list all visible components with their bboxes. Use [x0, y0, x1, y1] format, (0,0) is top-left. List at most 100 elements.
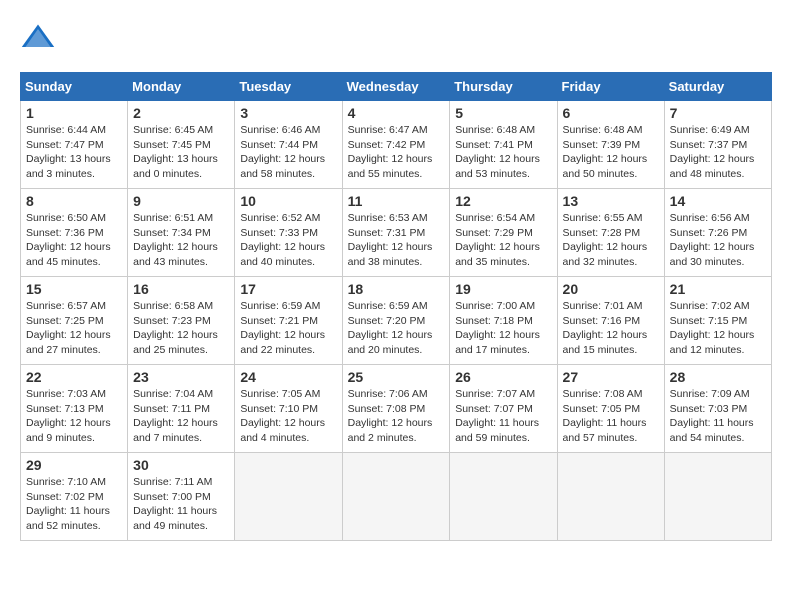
calendar-cell: 16 Sunrise: 6:58 AM Sunset: 7:23 PM Dayl… [128, 277, 235, 365]
day-info: Sunrise: 7:06 AM Sunset: 7:08 PM Dayligh… [348, 387, 445, 446]
day-number: 2 [133, 105, 229, 121]
day-info: Sunrise: 7:10 AM Sunset: 7:02 PM Dayligh… [26, 475, 122, 534]
day-number: 13 [563, 193, 659, 209]
day-number: 27 [563, 369, 659, 385]
day-info: Sunrise: 7:01 AM Sunset: 7:16 PM Dayligh… [563, 299, 659, 358]
calendar-week-row: 29 Sunrise: 7:10 AM Sunset: 7:02 PM Dayl… [21, 453, 772, 541]
day-number: 18 [348, 281, 445, 297]
day-number: 20 [563, 281, 659, 297]
day-info: Sunrise: 6:50 AM Sunset: 7:36 PM Dayligh… [26, 211, 122, 270]
day-number: 7 [670, 105, 766, 121]
calendar-cell: 2 Sunrise: 6:45 AM Sunset: 7:45 PM Dayli… [128, 101, 235, 189]
day-info: Sunrise: 6:46 AM Sunset: 7:44 PM Dayligh… [240, 123, 336, 182]
day-info: Sunrise: 6:48 AM Sunset: 7:41 PM Dayligh… [455, 123, 551, 182]
day-number: 4 [348, 105, 445, 121]
calendar-cell: 21 Sunrise: 7:02 AM Sunset: 7:15 PM Dayl… [664, 277, 771, 365]
day-number: 24 [240, 369, 336, 385]
page-header [20, 20, 772, 56]
day-info: Sunrise: 6:58 AM Sunset: 7:23 PM Dayligh… [133, 299, 229, 358]
day-number: 26 [455, 369, 551, 385]
day-info: Sunrise: 6:51 AM Sunset: 7:34 PM Dayligh… [133, 211, 229, 270]
column-header-thursday: Thursday [450, 73, 557, 101]
calendar-cell: 30 Sunrise: 7:11 AM Sunset: 7:00 PM Dayl… [128, 453, 235, 541]
calendar-cell: 8 Sunrise: 6:50 AM Sunset: 7:36 PM Dayli… [21, 189, 128, 277]
day-number: 12 [455, 193, 551, 209]
day-info: Sunrise: 6:59 AM Sunset: 7:20 PM Dayligh… [348, 299, 445, 358]
day-info: Sunrise: 7:04 AM Sunset: 7:11 PM Dayligh… [133, 387, 229, 446]
day-info: Sunrise: 6:45 AM Sunset: 7:45 PM Dayligh… [133, 123, 229, 182]
day-info: Sunrise: 6:56 AM Sunset: 7:26 PM Dayligh… [670, 211, 766, 270]
calendar-cell: 1 Sunrise: 6:44 AM Sunset: 7:47 PM Dayli… [21, 101, 128, 189]
day-info: Sunrise: 6:52 AM Sunset: 7:33 PM Dayligh… [240, 211, 336, 270]
day-number: 15 [26, 281, 122, 297]
calendar-cell: 19 Sunrise: 7:00 AM Sunset: 7:18 PM Dayl… [450, 277, 557, 365]
calendar-cell [450, 453, 557, 541]
calendar-cell: 15 Sunrise: 6:57 AM Sunset: 7:25 PM Dayl… [21, 277, 128, 365]
calendar-cell: 5 Sunrise: 6:48 AM Sunset: 7:41 PM Dayli… [450, 101, 557, 189]
day-info: Sunrise: 7:09 AM Sunset: 7:03 PM Dayligh… [670, 387, 766, 446]
column-header-saturday: Saturday [664, 73, 771, 101]
calendar-cell: 23 Sunrise: 7:04 AM Sunset: 7:11 PM Dayl… [128, 365, 235, 453]
day-number: 1 [26, 105, 122, 121]
day-number: 11 [348, 193, 445, 209]
calendar-cell [342, 453, 450, 541]
calendar-week-row: 8 Sunrise: 6:50 AM Sunset: 7:36 PM Dayli… [21, 189, 772, 277]
calendar-cell: 9 Sunrise: 6:51 AM Sunset: 7:34 PM Dayli… [128, 189, 235, 277]
calendar-week-row: 1 Sunrise: 6:44 AM Sunset: 7:47 PM Dayli… [21, 101, 772, 189]
day-number: 6 [563, 105, 659, 121]
day-info: Sunrise: 7:11 AM Sunset: 7:00 PM Dayligh… [133, 475, 229, 534]
logo-icon [20, 20, 56, 56]
day-info: Sunrise: 6:54 AM Sunset: 7:29 PM Dayligh… [455, 211, 551, 270]
calendar-cell: 22 Sunrise: 7:03 AM Sunset: 7:13 PM Dayl… [21, 365, 128, 453]
calendar-cell: 4 Sunrise: 6:47 AM Sunset: 7:42 PM Dayli… [342, 101, 450, 189]
calendar-cell: 6 Sunrise: 6:48 AM Sunset: 7:39 PM Dayli… [557, 101, 664, 189]
day-info: Sunrise: 6:57 AM Sunset: 7:25 PM Dayligh… [26, 299, 122, 358]
day-number: 8 [26, 193, 122, 209]
day-info: Sunrise: 7:03 AM Sunset: 7:13 PM Dayligh… [26, 387, 122, 446]
day-number: 22 [26, 369, 122, 385]
day-info: Sunrise: 6:59 AM Sunset: 7:21 PM Dayligh… [240, 299, 336, 358]
calendar-cell: 24 Sunrise: 7:05 AM Sunset: 7:10 PM Dayl… [235, 365, 342, 453]
calendar-cell [235, 453, 342, 541]
calendar-cell: 26 Sunrise: 7:07 AM Sunset: 7:07 PM Dayl… [450, 365, 557, 453]
column-header-tuesday: Tuesday [235, 73, 342, 101]
day-info: Sunrise: 7:00 AM Sunset: 7:18 PM Dayligh… [455, 299, 551, 358]
day-number: 16 [133, 281, 229, 297]
calendar-cell: 27 Sunrise: 7:08 AM Sunset: 7:05 PM Dayl… [557, 365, 664, 453]
day-info: Sunrise: 6:44 AM Sunset: 7:47 PM Dayligh… [26, 123, 122, 182]
calendar-cell: 20 Sunrise: 7:01 AM Sunset: 7:16 PM Dayl… [557, 277, 664, 365]
calendar-cell: 29 Sunrise: 7:10 AM Sunset: 7:02 PM Dayl… [21, 453, 128, 541]
day-info: Sunrise: 7:08 AM Sunset: 7:05 PM Dayligh… [563, 387, 659, 446]
calendar-cell: 17 Sunrise: 6:59 AM Sunset: 7:21 PM Dayl… [235, 277, 342, 365]
calendar-cell: 28 Sunrise: 7:09 AM Sunset: 7:03 PM Dayl… [664, 365, 771, 453]
day-number: 23 [133, 369, 229, 385]
column-header-sunday: Sunday [21, 73, 128, 101]
calendar-cell: 11 Sunrise: 6:53 AM Sunset: 7:31 PM Dayl… [342, 189, 450, 277]
column-header-wednesday: Wednesday [342, 73, 450, 101]
day-info: Sunrise: 7:05 AM Sunset: 7:10 PM Dayligh… [240, 387, 336, 446]
day-info: Sunrise: 6:55 AM Sunset: 7:28 PM Dayligh… [563, 211, 659, 270]
day-number: 30 [133, 457, 229, 473]
day-info: Sunrise: 6:48 AM Sunset: 7:39 PM Dayligh… [563, 123, 659, 182]
day-info: Sunrise: 6:49 AM Sunset: 7:37 PM Dayligh… [670, 123, 766, 182]
day-number: 10 [240, 193, 336, 209]
calendar-cell: 12 Sunrise: 6:54 AM Sunset: 7:29 PM Dayl… [450, 189, 557, 277]
calendar-cell: 13 Sunrise: 6:55 AM Sunset: 7:28 PM Dayl… [557, 189, 664, 277]
day-number: 17 [240, 281, 336, 297]
day-number: 5 [455, 105, 551, 121]
calendar-cell: 14 Sunrise: 6:56 AM Sunset: 7:26 PM Dayl… [664, 189, 771, 277]
calendar-cell: 10 Sunrise: 6:52 AM Sunset: 7:33 PM Dayl… [235, 189, 342, 277]
day-number: 29 [26, 457, 122, 473]
column-header-friday: Friday [557, 73, 664, 101]
day-number: 9 [133, 193, 229, 209]
column-header-monday: Monday [128, 73, 235, 101]
day-number: 25 [348, 369, 445, 385]
day-number: 3 [240, 105, 336, 121]
day-info: Sunrise: 7:02 AM Sunset: 7:15 PM Dayligh… [670, 299, 766, 358]
day-info: Sunrise: 6:53 AM Sunset: 7:31 PM Dayligh… [348, 211, 445, 270]
calendar-header-row: SundayMondayTuesdayWednesdayThursdayFrid… [21, 73, 772, 101]
calendar-cell [664, 453, 771, 541]
calendar-week-row: 15 Sunrise: 6:57 AM Sunset: 7:25 PM Dayl… [21, 277, 772, 365]
day-info: Sunrise: 7:07 AM Sunset: 7:07 PM Dayligh… [455, 387, 551, 446]
calendar-table: SundayMondayTuesdayWednesdayThursdayFrid… [20, 72, 772, 541]
